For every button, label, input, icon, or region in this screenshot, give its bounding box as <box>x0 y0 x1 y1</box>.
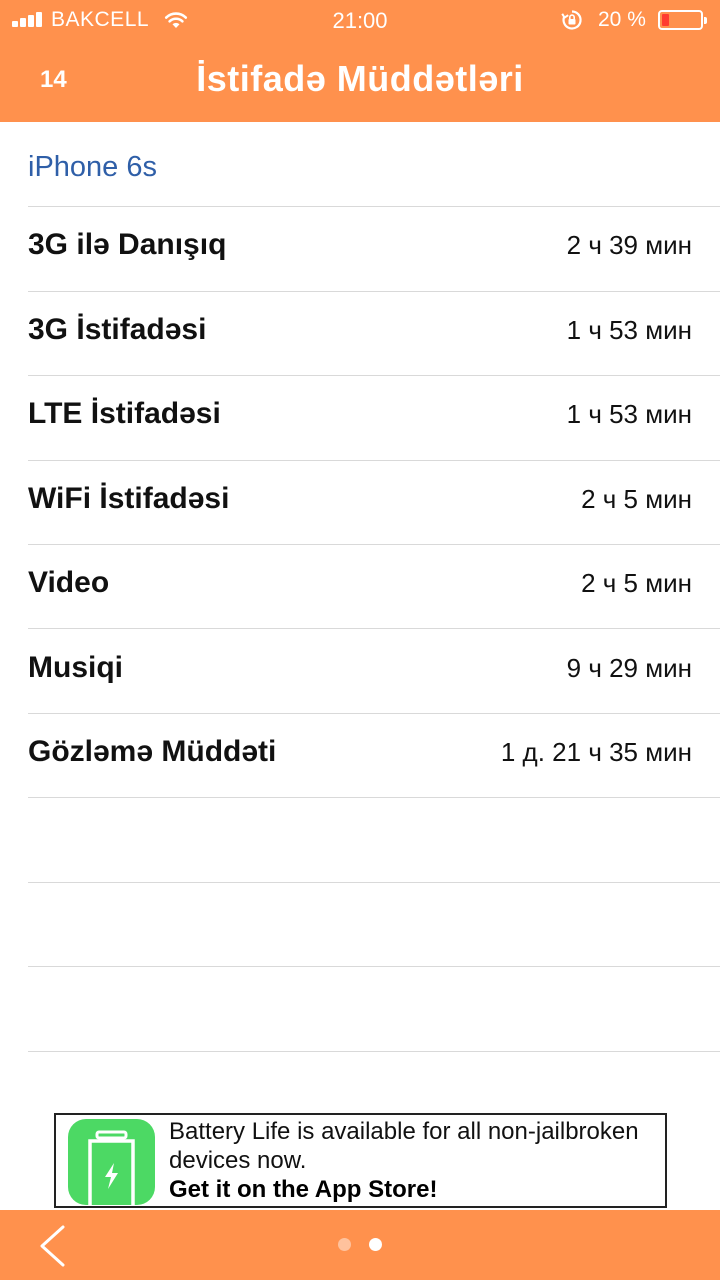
header-bar: BAKCELL 21:00 20 % 14 İstifadə Müddətlər… <box>0 0 720 122</box>
device-section-title: iPhone 6s <box>28 151 157 183</box>
ad-text-line: devices now. <box>169 1147 307 1174</box>
navigation-bar: 14 İstifadə Müddətləri <box>0 40 720 122</box>
row-value: 2 ч 5 мин <box>581 484 692 514</box>
empty-row-divider <box>28 882 720 883</box>
row-label: LTE İstifadəsi <box>28 397 221 430</box>
back-chevron-icon[interactable] <box>36 1224 70 1268</box>
row-label: 3G İstifadəsi <box>28 313 207 346</box>
usage-row-lte: LTE İstifadəsi 1 ч 53 мин <box>0 376 720 460</box>
row-value: 1 д. 21 ч 35 мин <box>500 737 692 767</box>
row-divider <box>28 797 720 798</box>
row-divider <box>28 628 720 629</box>
orientation-lock-icon <box>561 10 582 30</box>
status-bar: BAKCELL 21:00 20 % <box>0 0 720 40</box>
usage-row-wifi: WiFi İstifadəsi 2 ч 5 мин <box>0 461 720 545</box>
page-title: İstifadə Müddətləri <box>196 58 524 99</box>
usage-row-3g: 3G İstifadəsi 1 ч 53 мин <box>0 292 720 376</box>
bottom-bar <box>0 1210 720 1280</box>
usage-row-video: Video 2 ч 5 мин <box>0 545 720 629</box>
battery-icon <box>658 10 707 30</box>
row-value: 2 ч 39 мин <box>566 230 692 260</box>
page-indicator-dot-1[interactable] <box>338 1238 351 1251</box>
row-label: Musiqi <box>28 651 123 684</box>
battery-percent: 20 % <box>598 8 646 31</box>
empty-row-divider <box>28 1051 720 1052</box>
row-label: Gözləmə Müddəti <box>28 735 277 768</box>
empty-row-divider <box>28 966 720 967</box>
ad-text-line: Battery Life is available for all non-ja… <box>169 1118 639 1145</box>
page-indicator-dot-2-active[interactable] <box>369 1238 382 1251</box>
row-value: 1 ч 53 мин <box>566 399 692 429</box>
row-value: 2 ч 5 мин <box>581 568 692 598</box>
row-label: Video <box>28 566 110 599</box>
row-value: 9 ч 29 мин <box>566 653 692 683</box>
battery-charging-icon <box>68 1119 155 1205</box>
app-store-ad-banner[interactable]: Battery Life is available for all non-ja… <box>54 1113 667 1208</box>
usage-row-talk-3g: 3G ilə Danışıq 2 ч 39 мин <box>0 207 720 291</box>
usage-row-standby: Gözləmə Müddəti 1 д. 21 ч 35 мин <box>0 714 720 798</box>
row-label: 3G ilə Danışıq <box>28 228 227 261</box>
ad-call-to-action: Get it on the App Store! <box>169 1176 438 1203</box>
row-value: 1 ч 53 мин <box>566 315 692 345</box>
usage-row-music: Musiqi 9 ч 29 мин <box>0 630 720 714</box>
row-label: WiFi İstifadəsi <box>28 482 230 515</box>
